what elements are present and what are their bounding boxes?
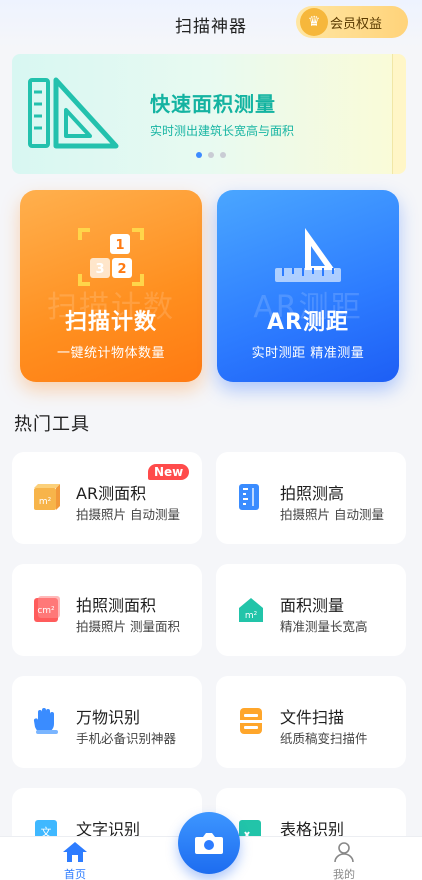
icon-text: m²: [39, 497, 52, 507]
scan-count-icon: 1 3 2: [78, 228, 144, 286]
tool-name: 万物识别: [76, 708, 141, 727]
tool-desc: 精准测量长宽高: [280, 619, 368, 634]
tool-photo-area[interactable]: cm² 拍照测面积 拍摄照片 测量面积: [12, 564, 202, 656]
ruler-triangle-icon: [28, 77, 119, 149]
carousel-dot[interactable]: [196, 152, 202, 158]
tool-name: 拍照测面积: [76, 596, 157, 615]
tool-name: AR测面积: [76, 484, 147, 503]
ar-distance-card[interactable]: AR测距 AR测距 实时测距 精准测量: [217, 190, 399, 382]
icon-text: m²: [245, 611, 258, 621]
tool-desc: 拍摄照片 自动测量: [280, 507, 384, 522]
tool-area-measure[interactable]: m² 面积测量 精准测量长宽高: [216, 564, 406, 656]
hand-icon: [33, 708, 58, 734]
carousel-dot[interactable]: [208, 152, 214, 158]
card-title: AR测距: [267, 310, 349, 335]
camera-button[interactable]: [178, 812, 240, 874]
home-icon: [63, 842, 87, 862]
user-icon: [334, 842, 354, 863]
camera-icon: [195, 833, 223, 854]
scan-count-card[interactable]: 1 3 2 扫描计数 扫描计数 一键统计物体数量: [20, 190, 202, 382]
banner-subtitle: 实时测出建筑长宽高与面积: [150, 124, 295, 138]
area-box-icon: m²: [34, 484, 60, 510]
banner-title: 快速面积测量: [150, 92, 276, 116]
app-header: 扫描神器 ♛ 会员权益: [0, 0, 422, 48]
tool-name: 拍照测高: [280, 484, 345, 503]
tool-desc: 纸质稿变扫描件: [280, 731, 368, 746]
tab-label: 我的: [333, 868, 355, 880]
new-badge: New: [148, 464, 190, 480]
vip-label: 会员权益: [330, 16, 383, 32]
house-area-icon: m²: [239, 598, 263, 622]
carousel-dot[interactable]: [220, 152, 226, 158]
carousel-indicator: [0, 152, 422, 158]
tool-name: 面积测量: [280, 596, 345, 615]
svg-text:3: 3: [95, 262, 104, 277]
tool-photo-height[interactable]: 拍照测高 拍摄照片 自动测量: [216, 452, 406, 544]
tool-object-recognition[interactable]: 万物识别 手机必备识别神器: [12, 676, 202, 768]
document-scan-icon: [238, 708, 264, 734]
tab-label: 首页: [64, 868, 86, 880]
svg-text:2: 2: [117, 262, 126, 277]
tool-desc: 拍摄照片 测量面积: [76, 619, 180, 634]
tool-desc: 拍摄照片 自动测量: [76, 507, 180, 522]
card-title: 扫描计数: [64, 310, 157, 335]
tab-mine[interactable]: 我的: [314, 841, 374, 880]
card-subtitle: 实时测距 精准测量: [251, 346, 365, 361]
tool-desc: 手机必备识别神器: [76, 731, 177, 746]
svg-text:1: 1: [115, 238, 124, 253]
card-subtitle: 一键统计物体数量: [56, 346, 165, 361]
tool-ar-area[interactable]: m² AR测面积 拍摄照片 自动测量 New: [12, 452, 202, 544]
tab-home[interactable]: 首页: [45, 841, 105, 880]
crown-icon: ♛: [300, 8, 328, 36]
tool-name: 文件扫描: [280, 708, 345, 727]
ruler-icon: [239, 484, 259, 510]
vip-benefits-button[interactable]: ♛ 会员权益: [296, 6, 408, 38]
set-square-ruler-icon: [275, 228, 341, 282]
icon-text: cm²: [37, 606, 55, 616]
cm2-icon: cm²: [34, 596, 60, 622]
section-title: 热门工具: [14, 414, 90, 435]
tool-document-scan[interactable]: 文件扫描 纸质稿变扫描件: [216, 676, 406, 768]
